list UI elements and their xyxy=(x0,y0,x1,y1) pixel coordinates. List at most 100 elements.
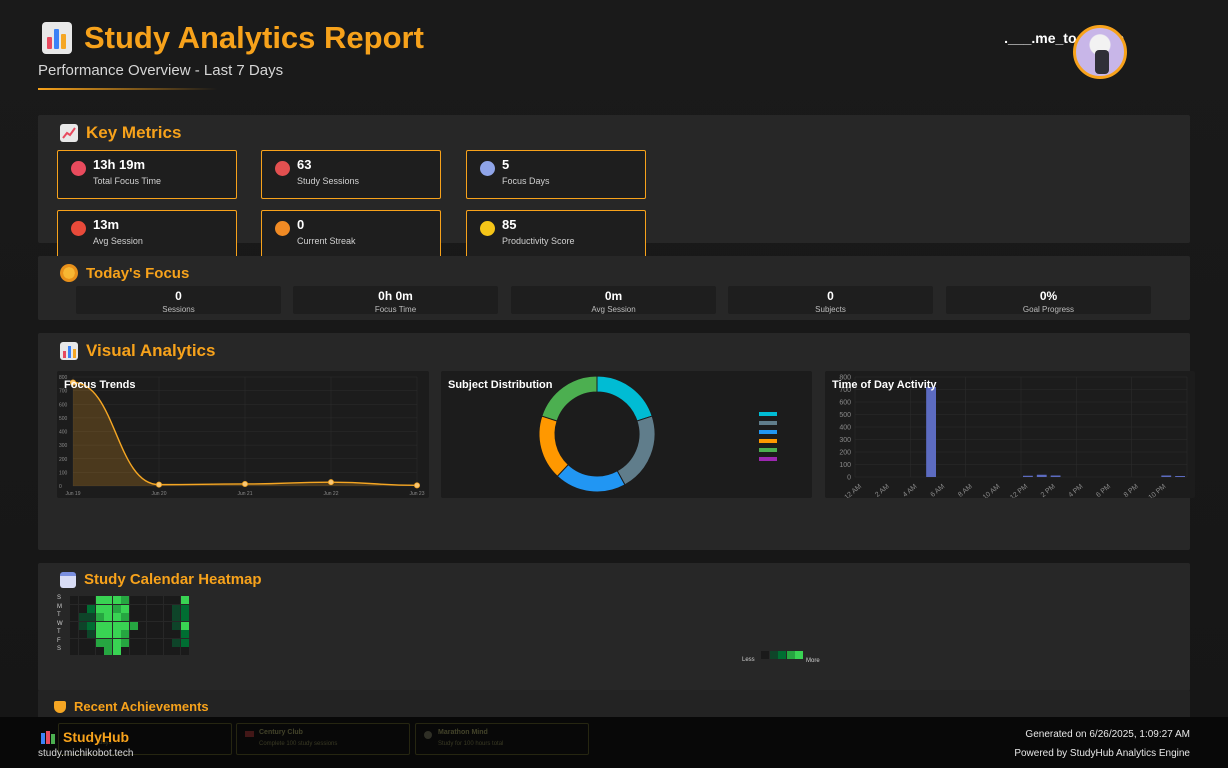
heatmap-cell[interactable] xyxy=(163,604,172,613)
heatmap-cell[interactable] xyxy=(87,638,95,647)
heatmap-cell[interactable] xyxy=(172,647,180,655)
heatmap-cell[interactable] xyxy=(180,613,189,621)
heatmap-cell[interactable] xyxy=(172,621,180,630)
heatmap-cell[interactable] xyxy=(95,613,104,621)
heatmap-cell[interactable] xyxy=(129,621,138,630)
heatmap-cell[interactable] xyxy=(172,604,180,613)
legend-item[interactable] xyxy=(759,445,782,454)
heatmap-cell[interactable] xyxy=(87,621,95,630)
heatmap-cell[interactable] xyxy=(146,596,155,604)
heatmap-cell[interactable] xyxy=(70,638,78,647)
heatmap-cell[interactable] xyxy=(180,621,189,630)
heatmap-cell[interactable] xyxy=(95,604,104,613)
heatmap-cell[interactable] xyxy=(87,647,95,655)
heatmap-cell[interactable] xyxy=(104,613,112,621)
heatmap-cell[interactable] xyxy=(78,621,87,630)
heatmap-cell[interactable] xyxy=(155,638,163,647)
heatmap-cell[interactable] xyxy=(138,638,146,647)
heatmap-cell[interactable] xyxy=(112,613,121,621)
heatmap-cell[interactable] xyxy=(180,596,189,604)
legend-item[interactable] xyxy=(759,418,782,427)
heatmap-cell[interactable] xyxy=(70,647,78,655)
heatmap-cell[interactable] xyxy=(95,621,104,630)
heatmap-cell[interactable] xyxy=(112,647,121,655)
heatmap-cell[interactable] xyxy=(172,613,180,621)
heatmap-cell[interactable] xyxy=(112,630,121,638)
heatmap-cell[interactable] xyxy=(138,604,146,613)
heatmap-cell[interactable] xyxy=(155,613,163,621)
heatmap-cell[interactable] xyxy=(163,638,172,647)
legend-item[interactable] xyxy=(759,427,782,436)
heatmap-cell[interactable] xyxy=(155,621,163,630)
heatmap-cell[interactable] xyxy=(78,647,87,655)
heatmap-cell[interactable] xyxy=(146,604,155,613)
heatmap-cell[interactable] xyxy=(146,638,155,647)
heatmap-cell[interactable] xyxy=(155,630,163,638)
heatmap-cell[interactable] xyxy=(87,630,95,638)
heatmap-cell[interactable] xyxy=(95,638,104,647)
heatmap-cell[interactable] xyxy=(121,604,129,613)
heatmap-cell[interactable] xyxy=(95,647,104,655)
heatmap-cell[interactable] xyxy=(138,630,146,638)
heatmap-cell[interactable] xyxy=(146,621,155,630)
heatmap-cell[interactable] xyxy=(78,638,87,647)
heatmap-cell[interactable] xyxy=(180,638,189,647)
heatmap-cell[interactable] xyxy=(163,621,172,630)
heatmap-cell[interactable] xyxy=(78,630,87,638)
heatmap-cell[interactable] xyxy=(95,630,104,638)
heatmap-cell[interactable] xyxy=(78,596,87,604)
heatmap-cell[interactable] xyxy=(70,621,78,630)
heatmap-cell[interactable] xyxy=(163,613,172,621)
heatmap-cell[interactable] xyxy=(129,647,138,655)
heatmap-cell[interactable] xyxy=(104,604,112,613)
heatmap-cell[interactable] xyxy=(104,638,112,647)
legend-item[interactable] xyxy=(759,454,782,463)
legend-item[interactable] xyxy=(759,409,782,418)
heatmap-cell[interactable] xyxy=(104,596,112,604)
heatmap-cell[interactable] xyxy=(155,647,163,655)
heatmap-cell[interactable] xyxy=(138,613,146,621)
heatmap-cell[interactable] xyxy=(155,596,163,604)
heatmap-cell[interactable] xyxy=(163,630,172,638)
heatmap-cell[interactable] xyxy=(87,604,95,613)
heatmap-cell[interactable] xyxy=(121,638,129,647)
heatmap-cell[interactable] xyxy=(70,604,78,613)
heatmap-cell[interactable] xyxy=(172,630,180,638)
heatmap-cell[interactable] xyxy=(121,613,129,621)
heatmap-cell[interactable] xyxy=(180,647,189,655)
heatmap-cell[interactable] xyxy=(104,621,112,630)
heatmap-cell[interactable] xyxy=(112,621,121,630)
heatmap-cell[interactable] xyxy=(95,596,104,604)
heatmap-cell[interactable] xyxy=(121,621,129,630)
heatmap-cell[interactable] xyxy=(138,647,146,655)
heatmap-cell[interactable] xyxy=(180,604,189,613)
heatmap-cell[interactable] xyxy=(129,638,138,647)
heatmap-cell[interactable] xyxy=(112,604,121,613)
heatmap-cell[interactable] xyxy=(129,604,138,613)
heatmap-cell[interactable] xyxy=(146,613,155,621)
heatmap-cell[interactable] xyxy=(129,630,138,638)
heatmap-cell[interactable] xyxy=(172,638,180,647)
heatmap-cell[interactable] xyxy=(163,596,172,604)
legend-item[interactable] xyxy=(759,436,782,445)
heatmap-cell[interactable] xyxy=(146,647,155,655)
heatmap-cell[interactable] xyxy=(112,638,121,647)
heatmap-cell[interactable] xyxy=(180,630,189,638)
footer-site[interactable]: study.michikobot.tech xyxy=(38,748,133,759)
avatar[interactable] xyxy=(1073,25,1127,79)
heatmap-cell[interactable] xyxy=(87,596,95,604)
heatmap-cell[interactable] xyxy=(172,596,180,604)
heatmap-cell[interactable] xyxy=(78,613,87,621)
heatmap-cell[interactable] xyxy=(163,647,172,655)
heatmap-cell[interactable] xyxy=(104,630,112,638)
heatmap-cell[interactable] xyxy=(70,630,78,638)
heatmap-cell[interactable] xyxy=(104,647,112,655)
heatmap-cell[interactable] xyxy=(70,596,78,604)
heatmap-cell[interactable] xyxy=(155,604,163,613)
heatmap-cell[interactable] xyxy=(146,630,155,638)
heatmap-cell[interactable] xyxy=(121,596,129,604)
heatmap-cell[interactable] xyxy=(70,613,78,621)
heatmap-cell[interactable] xyxy=(112,596,121,604)
heatmap-cell[interactable] xyxy=(138,621,146,630)
heatmap-cell[interactable] xyxy=(78,604,87,613)
